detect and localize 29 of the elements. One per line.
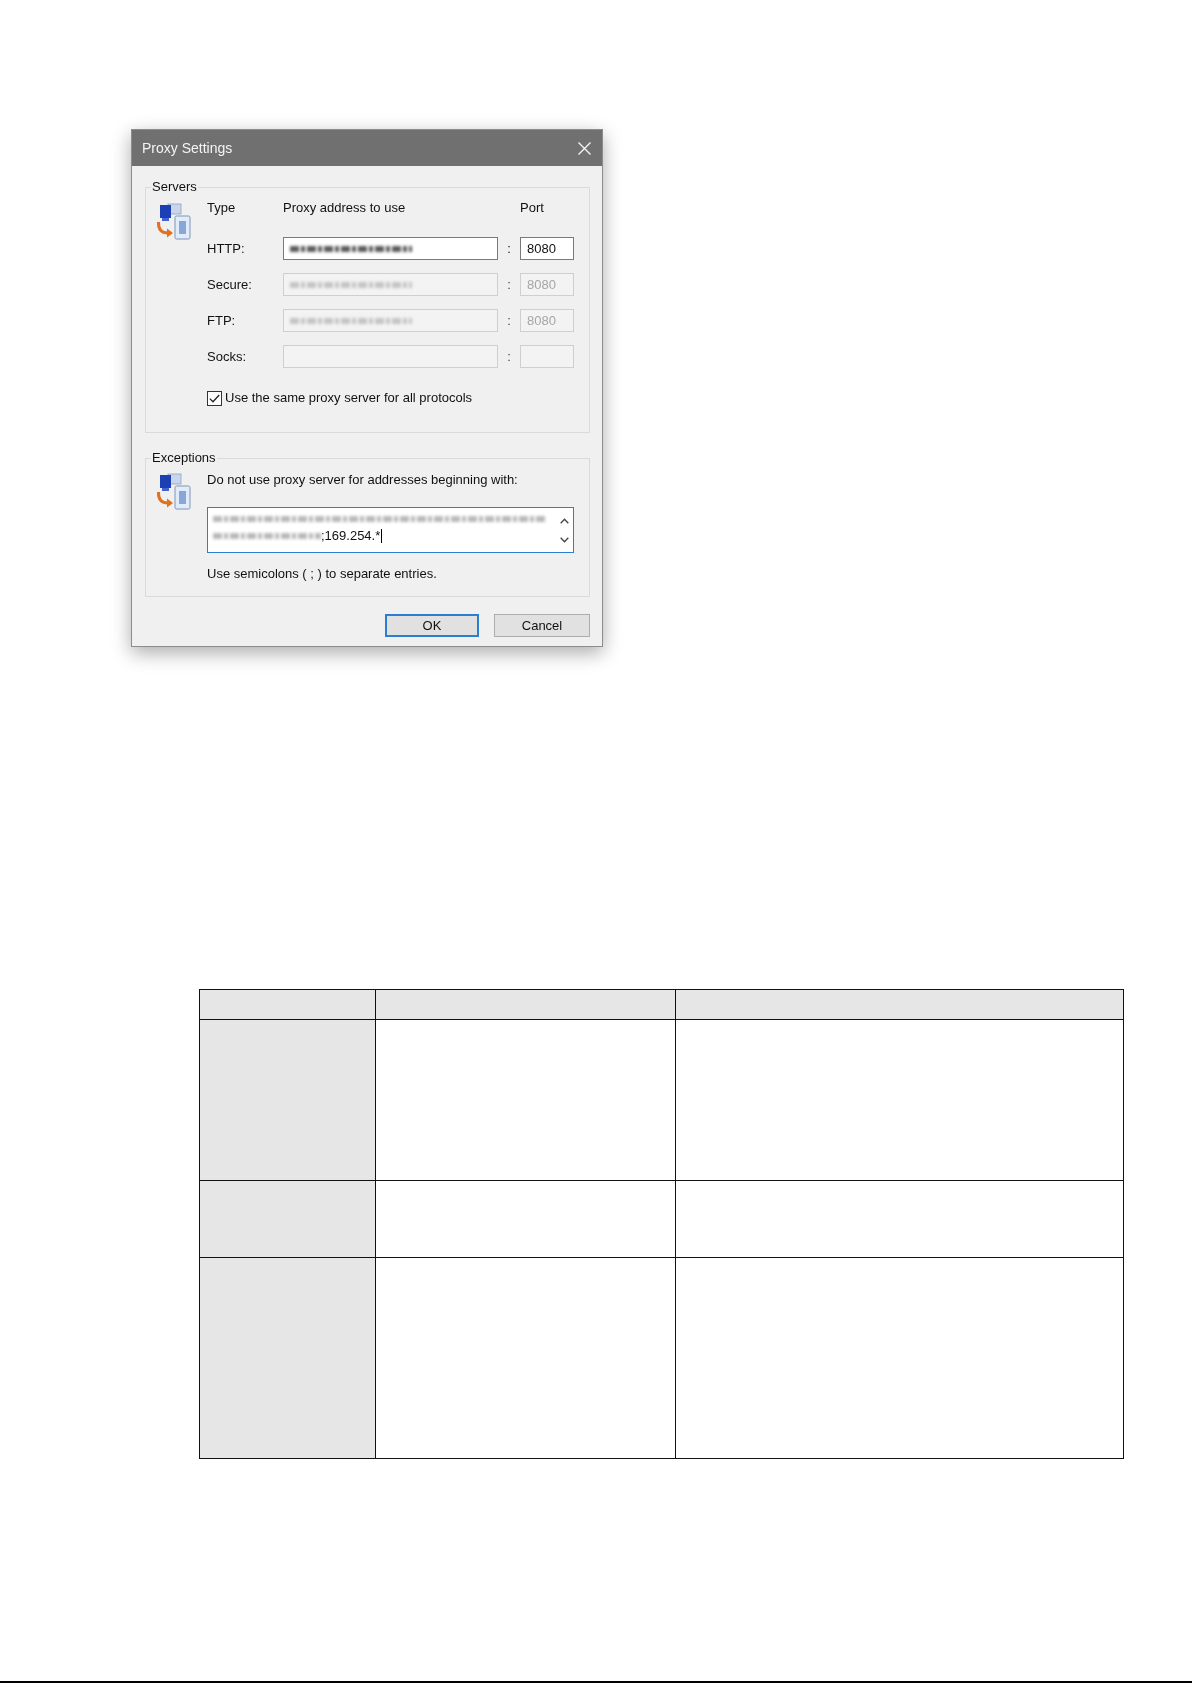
port-separator: : [507, 312, 511, 329]
protocol-label: FTP: [207, 312, 237, 329]
chevron-up-icon[interactable] [560, 517, 569, 524]
window-title: Proxy Settings [142, 140, 233, 156]
computers-arrow-icon [155, 473, 192, 510]
protocol-label: Socks: [207, 348, 247, 365]
group-title: Servers [151, 179, 198, 195]
column-header: Proxy address to use [283, 200, 407, 216]
port-separator: : [507, 348, 511, 365]
checkbox-label[interactable]: Use the same proxy server for all protocols [225, 390, 473, 406]
checkbox[interactable] [207, 390, 222, 406]
close-icon [577, 141, 591, 155]
port-field[interactable]: 8080 [520, 237, 574, 260]
exceptions-label: Do not use proxy server for addresses beginning with: [207, 472, 519, 488]
protocol-label: Secure: [207, 276, 253, 293]
dialog-button[interactable]: OK [385, 614, 479, 637]
address-field[interactable] [283, 237, 498, 260]
column-header: Type [207, 200, 237, 216]
checkmark-icon [209, 393, 220, 403]
chevron-down-icon[interactable] [560, 536, 569, 543]
port-separator: : [507, 276, 511, 293]
computers-arrow-icon [155, 203, 192, 240]
port-separator: : [507, 240, 511, 257]
protocol-label: HTTP: [207, 240, 246, 257]
group-title: Exceptions [151, 450, 217, 466]
exceptions-field[interactable]: ;169.254.* [207, 507, 574, 553]
dialog-button[interactable]: Cancel [494, 614, 590, 637]
hint-text: Use semicolons ( ; ) to separate entries. [207, 566, 438, 582]
column-header: Port [520, 200, 545, 216]
